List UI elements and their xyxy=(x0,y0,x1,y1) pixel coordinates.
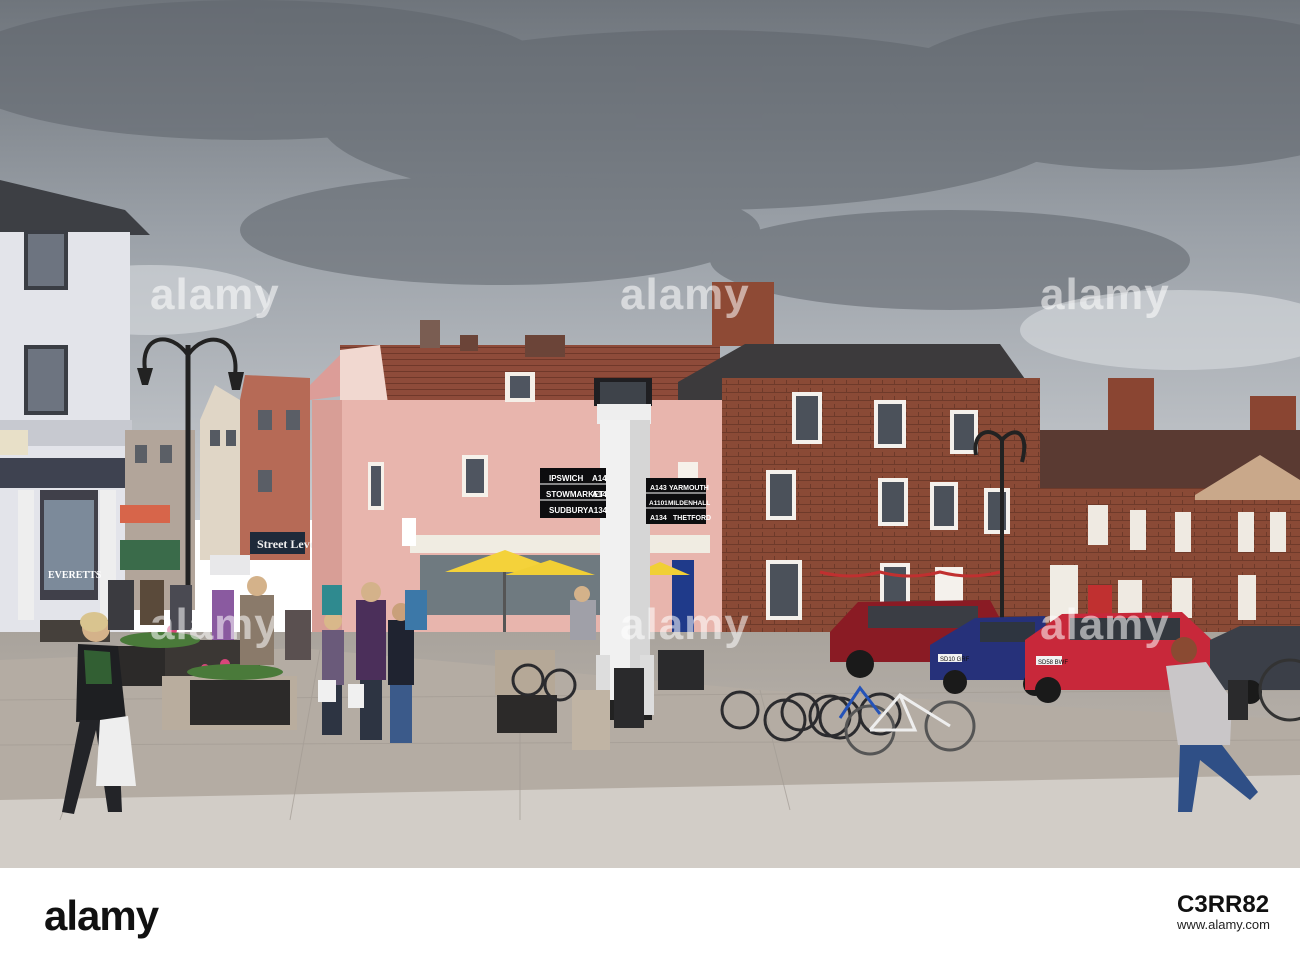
sign-place-mildenhall: MILDENHALL xyxy=(668,500,710,507)
sign-road-a134b: A134 xyxy=(650,515,667,522)
sign-place-ipswich: IPSWICH xyxy=(549,474,583,483)
watermark: alamy xyxy=(150,270,280,319)
stock-footer-strip xyxy=(0,868,1300,956)
sign-place-yarmouth: YARMOUTH xyxy=(669,485,709,492)
direction-sign-left: IPSWICH A14 STOWMARKET A14 SUDBURY A134 xyxy=(540,468,608,518)
sign-road-a1101: A1101 xyxy=(649,500,668,507)
sign-road-a143: A143 xyxy=(650,485,667,492)
watermark: alamy xyxy=(620,600,750,649)
everetts-sign: EVERETTS xyxy=(48,570,102,581)
sign-place-sudbury: SUDBURY xyxy=(549,506,589,515)
street-scene-image: EVERETTS Street Level IPSWICH A14 STOWMA… xyxy=(0,0,1300,868)
stock-photo-frame: EVERETTS Street Level IPSWICH A14 STOWMA… xyxy=(0,0,1300,956)
site-url: www.alamy.com xyxy=(1177,917,1270,932)
plate-blue-car: SD10 GRF xyxy=(940,657,970,663)
sign-road-a134: A134 xyxy=(588,506,608,515)
street-level-sign: Street Level xyxy=(257,537,319,551)
photo: EVERETTS Street Level IPSWICH A14 STOWMA… xyxy=(0,0,1300,868)
image-id-block: C3RR82 www.alamy.com xyxy=(1177,891,1270,935)
watermark: alamy xyxy=(150,600,280,649)
watermark: alamy xyxy=(1040,600,1170,649)
direction-sign-right: A143 YARMOUTH A1101 MILDENHALL A134 THET… xyxy=(646,478,711,524)
alamy-logo: alamy xyxy=(44,892,159,939)
watermark: alamy xyxy=(620,270,750,319)
watermark: alamy xyxy=(1040,270,1170,319)
sign-road-a14: A14 xyxy=(592,474,607,483)
sign-road-a14b: A14 xyxy=(592,490,607,499)
image-id: C3RR82 xyxy=(1177,891,1270,918)
plate-red-car: SD58 BWF xyxy=(1038,660,1068,666)
sign-place-thetford: THETFORD xyxy=(673,515,711,522)
